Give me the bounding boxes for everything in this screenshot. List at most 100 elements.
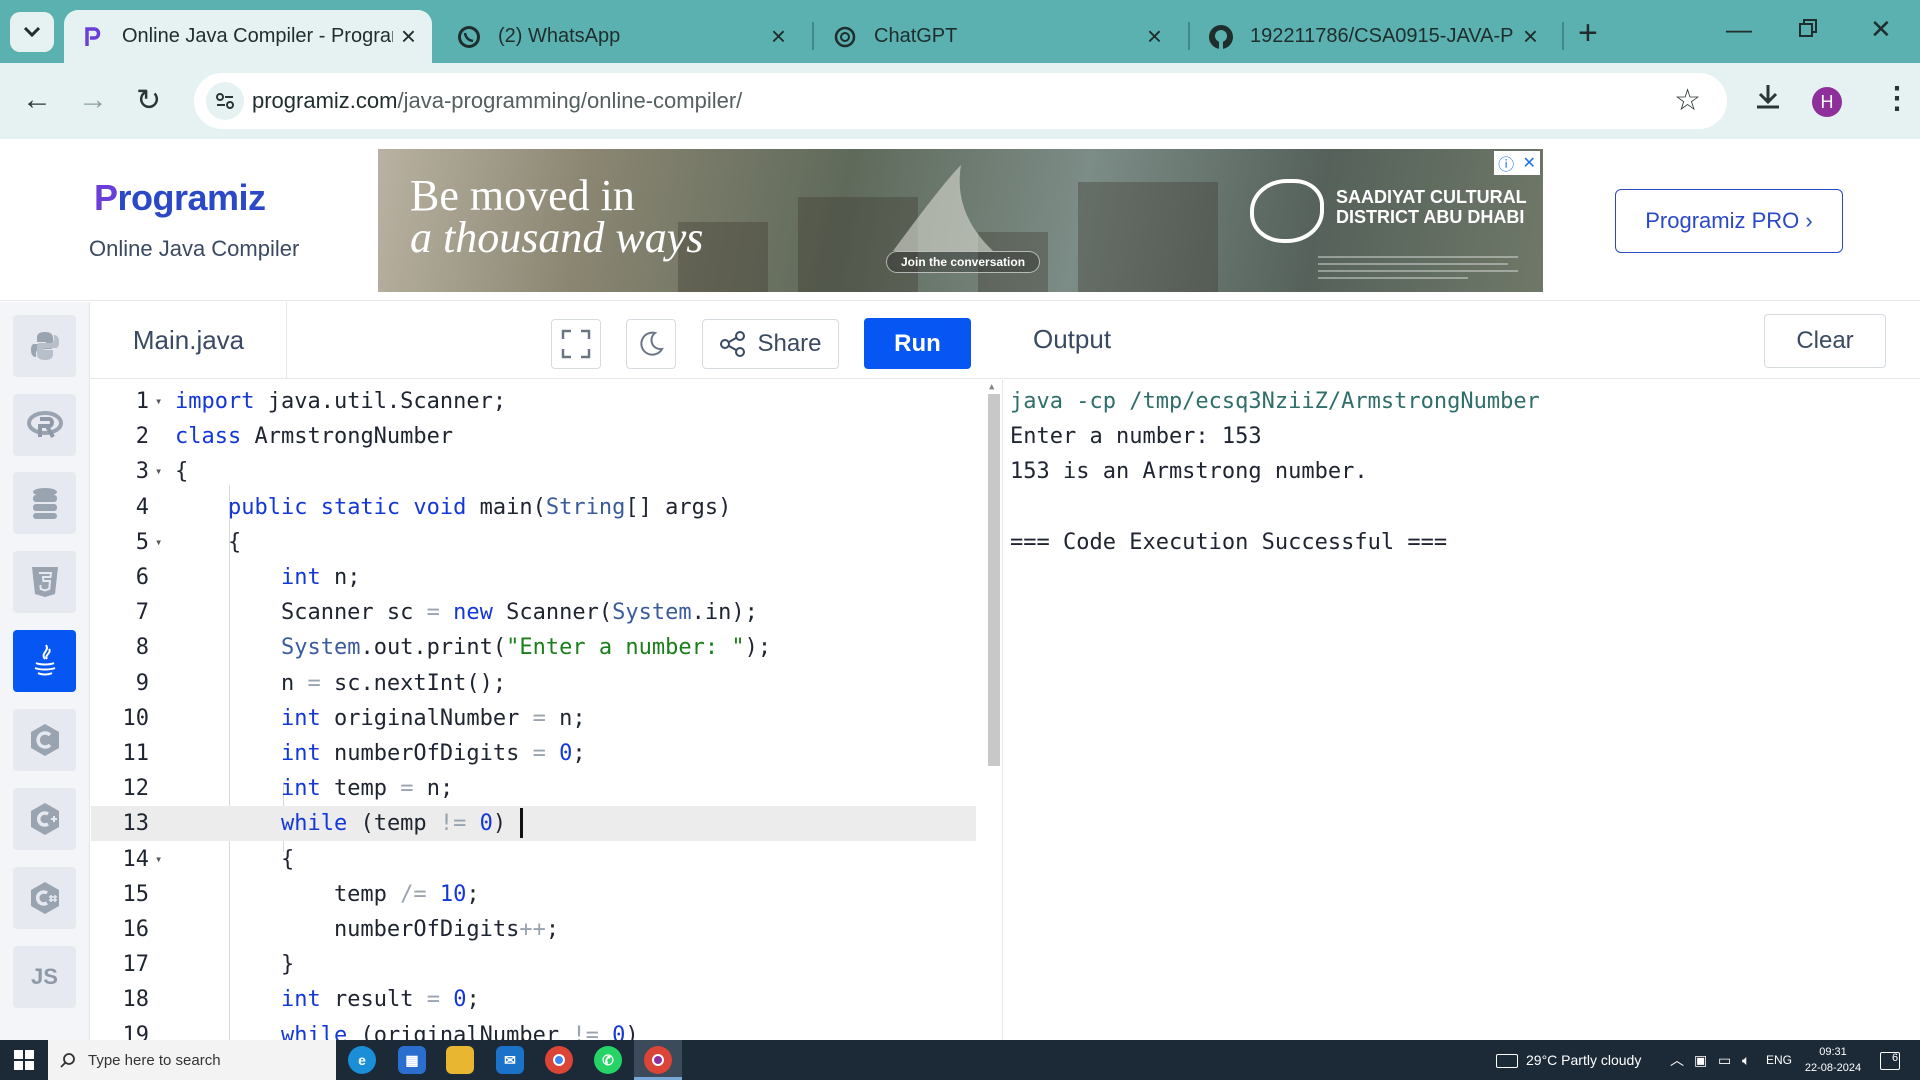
tab-whatsapp[interactable]: (2) WhatsApp × bbox=[440, 10, 802, 63]
file-tab[interactable]: Main.java bbox=[91, 302, 287, 378]
cpp-language-icon[interactable] bbox=[13, 788, 76, 850]
code-line[interactable]: 10 int originalNumber = n; bbox=[91, 701, 976, 736]
close-window-icon[interactable]: ✕ bbox=[1870, 14, 1892, 45]
windows-start-icon[interactable] bbox=[14, 1050, 34, 1070]
profile-avatar[interactable]: H bbox=[1812, 87, 1842, 117]
tab-programiz[interactable]: Online Java Compiler - Program × bbox=[64, 10, 432, 63]
fold-toggle-icon[interactable]: ▾ bbox=[155, 525, 162, 560]
taskbar-search[interactable]: Type here to search bbox=[48, 1040, 336, 1080]
dark-mode-button[interactable] bbox=[626, 319, 676, 369]
language-indicator[interactable]: ENG bbox=[1766, 1040, 1792, 1080]
code-line[interactable]: 17 } bbox=[91, 947, 976, 982]
tab-title: 192211786/CSA0915-JAVA-PRO bbox=[1250, 25, 1515, 47]
clock[interactable]: 09:31 22-08-2024 bbox=[1800, 1044, 1866, 1076]
programiz-logo[interactable]: Programiz bbox=[94, 177, 266, 219]
network-icon[interactable]: ▣ bbox=[1694, 1040, 1707, 1080]
share-button[interactable]: Share bbox=[702, 319, 839, 369]
javascript-icon[interactable]: JS bbox=[13, 946, 76, 1008]
notifications-icon[interactable]: 6 bbox=[1880, 1040, 1900, 1080]
line-number: 13 bbox=[122, 811, 150, 837]
battery-icon[interactable]: ▭ bbox=[1718, 1040, 1731, 1080]
csharp-language-icon[interactable] bbox=[13, 867, 76, 929]
code-line[interactable]: 11 int numberOfDigits = 0; bbox=[91, 736, 976, 771]
line-number: 16 bbox=[122, 917, 150, 942]
html5-icon[interactable] bbox=[13, 551, 76, 613]
c-language-icon[interactable] bbox=[13, 709, 76, 771]
code-line[interactable]: 16 numberOfDigits++; bbox=[91, 912, 976, 947]
browser-menu-icon[interactable]: ⋮ bbox=[1882, 81, 1912, 116]
whatsapp-taskbar-icon[interactable]: ✆ bbox=[594, 1046, 622, 1074]
tab-search-button[interactable] bbox=[10, 12, 54, 52]
forward-icon[interactable]: → bbox=[78, 83, 108, 117]
restore-icon[interactable] bbox=[1798, 14, 1818, 45]
clear-button[interactable]: Clear bbox=[1764, 314, 1886, 368]
code-token: ) bbox=[492, 811, 507, 837]
python-icon[interactable] bbox=[13, 315, 76, 377]
code-line[interactable]: 6 int n; bbox=[91, 560, 976, 595]
address-bar[interactable]: programiz.com/java-programming/online-co… bbox=[194, 73, 1727, 129]
code-line[interactable]: 15 temp /= 10; bbox=[91, 877, 976, 912]
file-explorer-icon[interactable] bbox=[446, 1046, 474, 1074]
chrome-profile-icon[interactable] bbox=[644, 1046, 672, 1074]
back-icon[interactable]: ← bbox=[22, 83, 52, 117]
fullscreen-button[interactable] bbox=[551, 319, 601, 369]
programiz-pro-button[interactable]: Programiz PRO › bbox=[1615, 189, 1843, 253]
fold-toggle-icon[interactable]: ▾ bbox=[155, 384, 162, 419]
weather-widget[interactable]: 29°C Partly cloudy bbox=[1496, 1040, 1641, 1080]
programiz-icon bbox=[80, 24, 106, 50]
new-tab-button[interactable]: + bbox=[1578, 14, 1598, 53]
code-editor[interactable]: ▲ 1 ▾ import java.util.Scanner; 2 class Arms… bbox=[91, 380, 1003, 1040]
code-line[interactable]: 1 ▾ import java.util.Scanner; bbox=[91, 384, 976, 419]
tab-github[interactable]: 192211786/CSA0915-JAVA-PRO × bbox=[1192, 10, 1554, 63]
scroll-up-arrow-icon[interactable]: ▲ bbox=[989, 382, 994, 392]
ad-info-icon[interactable]: ⓘ bbox=[1498, 151, 1514, 175]
database-icon[interactable] bbox=[13, 472, 76, 534]
fold-toggle-icon[interactable]: ▾ bbox=[155, 842, 162, 877]
editor-toolbar: Main.java Share Run bbox=[91, 302, 1003, 379]
editor-scrollbar[interactable] bbox=[988, 394, 1000, 766]
reload-icon[interactable]: ↻ bbox=[136, 83, 161, 118]
close-tab-icon[interactable]: × bbox=[1523, 21, 1538, 52]
code-line[interactable]: 5 ▾ { bbox=[91, 525, 976, 560]
r-language-icon[interactable] bbox=[13, 394, 76, 456]
code-line[interactable]: 12 int temp = n; bbox=[91, 771, 976, 806]
minimize-icon[interactable]: — bbox=[1726, 14, 1752, 45]
code-line[interactable]: 18 int result = 0; bbox=[91, 982, 976, 1017]
code-line[interactable]: 3 ▾ { bbox=[91, 454, 976, 489]
code-line[interactable]: 14 ▾ { bbox=[91, 842, 976, 877]
code-line[interactable]: 19 while (originalNumber != 0) bbox=[91, 1018, 976, 1040]
download-icon[interactable] bbox=[1755, 83, 1781, 116]
close-tab-icon[interactable]: × bbox=[771, 21, 786, 52]
code-line[interactable]: 13 while (temp != 0) bbox=[91, 806, 976, 842]
mail-icon[interactable]: ✉ bbox=[496, 1046, 524, 1074]
url-text[interactable]: programiz.com/java-programming/online-co… bbox=[252, 88, 742, 114]
chrome-icon[interactable] bbox=[545, 1046, 573, 1074]
java-icon[interactable] bbox=[13, 630, 76, 692]
code-line[interactable]: 8 System.out.print("Enter a number: "); bbox=[91, 630, 976, 665]
run-button[interactable]: Run bbox=[864, 318, 971, 369]
advertisement-banner[interactable]: Be moved in a thousand ways Join the conv… bbox=[378, 149, 1543, 292]
ad-choices[interactable]: ⓘ ✕ bbox=[1494, 151, 1540, 175]
edge-icon[interactable]: e bbox=[348, 1046, 376, 1074]
ad-close-icon[interactable]: ✕ bbox=[1522, 153, 1535, 173]
code-line[interactable]: 4 public static void main(String[] args) bbox=[91, 490, 976, 525]
fold-toggle-icon[interactable]: ▾ bbox=[155, 454, 162, 489]
close-tab-icon[interactable]: × bbox=[1147, 21, 1162, 52]
code-line[interactable]: 7 Scanner sc = new Scanner(System.in); bbox=[91, 595, 976, 630]
weather-text: 29°C Partly cloudy bbox=[1526, 1052, 1642, 1068]
ad-cta[interactable]: Join the conversation bbox=[886, 251, 1041, 273]
code-line[interactable]: 9 n = sc.nextInt(); bbox=[91, 666, 976, 701]
output-line: java -cp /tmp/ecsq3NziiZ/ArmstrongNumber bbox=[1010, 389, 1540, 414]
line-number: 6 bbox=[135, 565, 149, 590]
code-token: public static void bbox=[227, 494, 467, 520]
bookmark-star-icon[interactable]: ☆ bbox=[1674, 83, 1701, 118]
store-icon[interactable]: ▦ bbox=[398, 1046, 426, 1074]
site-info-icon[interactable] bbox=[206, 82, 244, 120]
tray-chevron-icon[interactable]: ︿ bbox=[1670, 1040, 1684, 1080]
close-tab-icon[interactable]: × bbox=[401, 21, 416, 52]
volume-icon[interactable]: 🔈︎ bbox=[1742, 1040, 1750, 1080]
code-line[interactable]: 2 class ArmstrongNumber bbox=[91, 419, 976, 454]
tab-chatgpt[interactable]: ChatGPT × bbox=[816, 10, 1178, 63]
